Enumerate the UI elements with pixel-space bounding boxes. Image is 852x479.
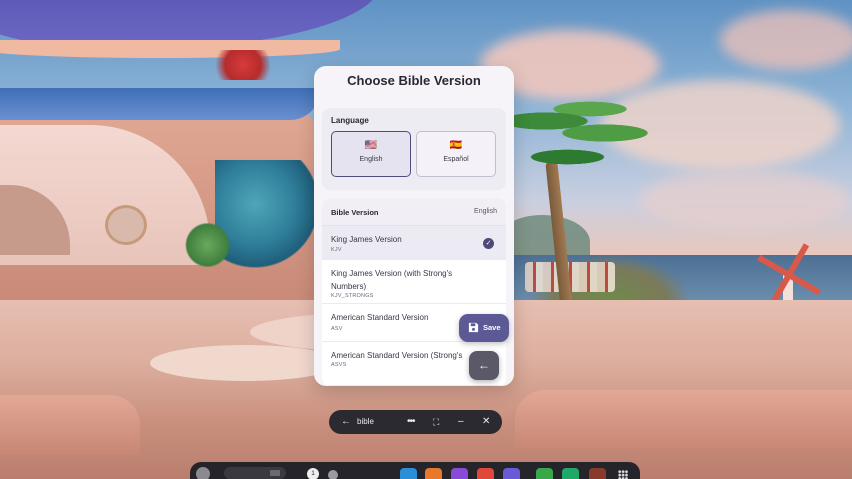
language-label: Language [331,116,369,125]
language-option-english[interactable]: 🇺🇸 English [331,131,411,177]
back-button[interactable]: ← [469,351,499,380]
blue-ledge [0,88,320,120]
app-purple-icon[interactable] [451,468,468,479]
version-code: KJV [331,247,342,253]
app-violet-icon[interactable] [503,468,520,479]
language-option-espanol[interactable]: 🇪🇸 Español [416,131,496,177]
us-flag-icon: 🇺🇸 [364,140,378,151]
version-code: ASVS [331,362,347,368]
bible-version-label: Bible Version [331,208,379,217]
app-blue-icon[interactable] [400,468,417,479]
notification-badge[interactable]: 1 [307,468,319,479]
version-code: KJV_STRONGS [331,293,374,299]
cloud [720,10,852,70]
save-label: Save [483,323,501,332]
palm-tree-leaves [500,85,650,205]
window-control-bar: ← bible ••• ⛶ – ✕ [329,410,502,434]
quick-settings-icon[interactable] [328,470,338,479]
version-code: ASV [331,326,343,332]
arrow-left-icon: ← [478,358,490,372]
expand-icon[interactable]: ⛶ [433,410,439,434]
version-name: King James Version [331,235,402,244]
version-name: American Standard Version (Strong's [331,351,463,360]
app-bible-icon[interactable] [589,468,606,479]
bench [515,390,852,450]
bible-version-header: Bible Version English [322,198,506,226]
floppy-disk-icon [468,322,479,333]
arrow-left-icon[interactable]: ← [341,410,351,434]
round-mirror [105,205,147,245]
app-red-icon[interactable] [477,468,494,479]
dialog-title: Choose Bible Version [347,73,481,88]
version-row-kjv-strongs[interactable]: King James Version (with Strong's Number… [322,260,506,304]
checkmark-icon: ✓ [483,238,494,249]
close-icon[interactable]: ✕ [482,410,490,434]
app-teal-icon[interactable] [562,468,579,479]
minimize-icon[interactable]: – [458,410,464,434]
app-green-icon[interactable] [536,468,553,479]
bench [0,395,140,455]
avatar[interactable] [196,467,210,479]
flower-bed [215,50,285,80]
version-row-kjv[interactable]: King James Version KJV ✓ [322,226,506,260]
language-option-label: Español [443,156,469,163]
pool-rim [150,345,340,381]
spain-flag-icon: 🇪🇸 [449,140,463,151]
window-title: bible [357,417,374,426]
language-option-label: English [359,156,383,163]
system-taskbar: 1 [190,462,640,479]
app-library-icon[interactable] [618,470,628,479]
cloud [640,170,850,230]
blue-tree [215,160,315,270]
language-section: Language 🇺🇸 English 🇪🇸 Español [322,108,506,190]
potted-plant [185,215,230,275]
more-dots-icon[interactable]: ••• [407,410,415,434]
app-orange-icon[interactable] [425,468,442,479]
battery-icon [270,470,280,476]
version-name: King James Version (with Strong's Number… [331,269,453,291]
save-button[interactable]: Save [459,314,509,342]
current-language: English [474,208,497,215]
